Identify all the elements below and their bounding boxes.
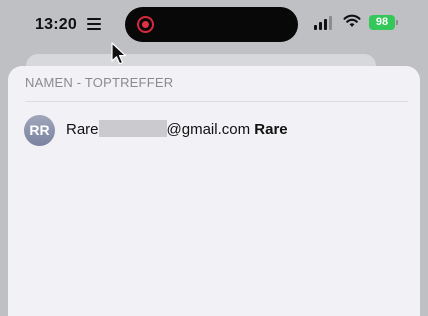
search-results-sheet: NAMEN - TOPTREFFER RR Rare @gmail.com Rar… (8, 66, 420, 316)
list-icon (87, 18, 101, 30)
email-prefix: Rare (66, 121, 99, 138)
mouse-pointer-icon (111, 42, 127, 65)
status-bar: 13:20 98 (0, 0, 428, 50)
screen-record-icon (137, 16, 154, 33)
avatar: RR (24, 115, 55, 146)
status-time: 13:20 (35, 16, 77, 33)
email-suffix: @gmail.com (166, 121, 251, 138)
redacted-text (98, 120, 167, 137)
contact-line: Rare @gmail.com Rare (66, 120, 288, 138)
contact-result-row[interactable]: RR Rare @gmail.com Rare (8, 112, 420, 146)
battery-indicator: 98 (369, 15, 395, 30)
battery-tip (396, 20, 398, 25)
cellular-signal-icon (314, 16, 334, 30)
wifi-icon (343, 14, 361, 27)
section-header: NAMEN - TOPTREFFER (25, 75, 174, 90)
dynamic-island[interactable] (125, 7, 298, 42)
section-divider (25, 101, 408, 102)
contact-name: Rare (254, 121, 288, 138)
